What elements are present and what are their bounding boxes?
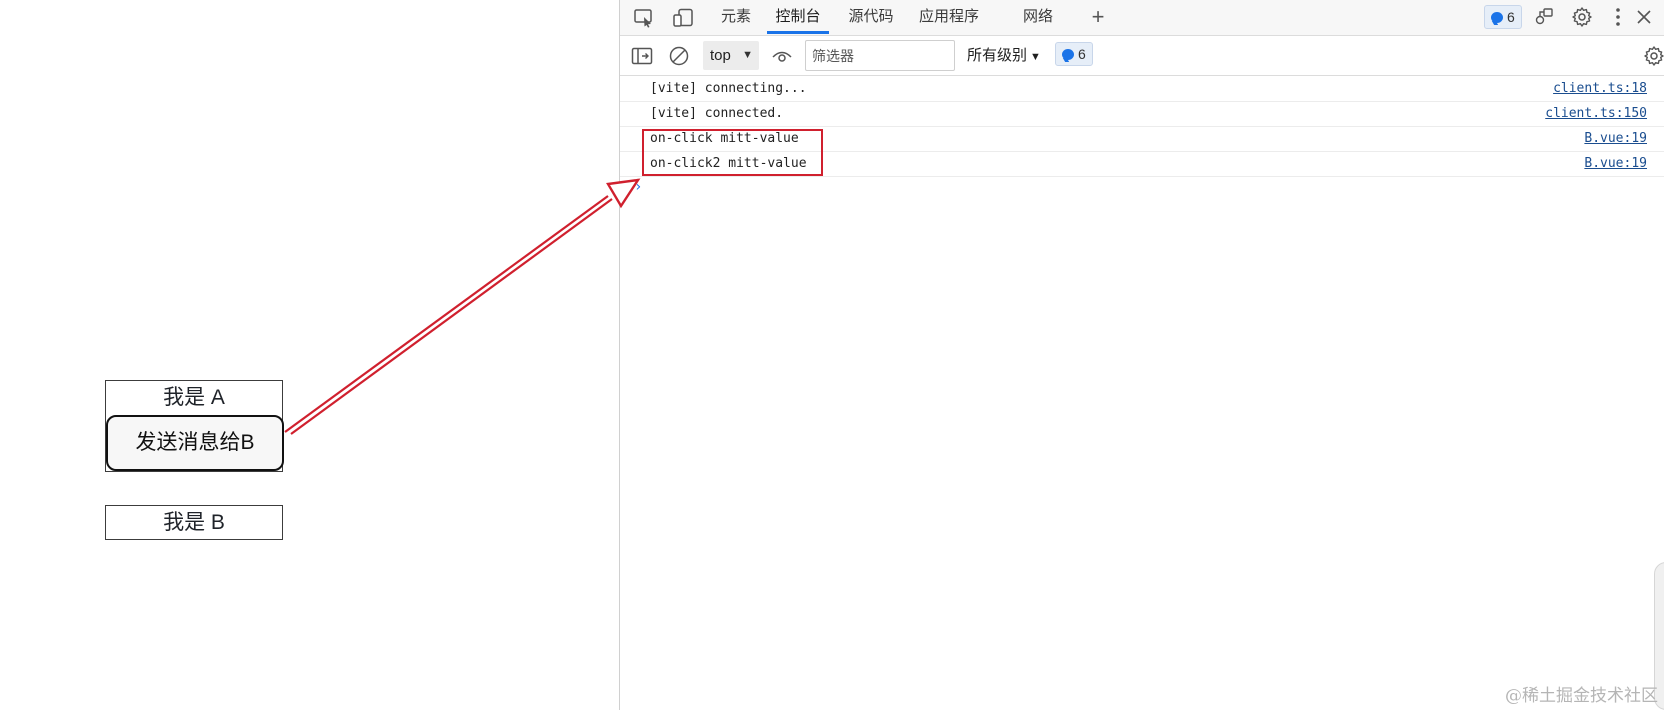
log-source-link[interactable]: B.vue:19 [1584, 127, 1647, 151]
log-message: on-click2 mitt-value [650, 156, 807, 171]
prompt-chevron-icon: › [634, 179, 643, 195]
context-selector[interactable]: top ▼ [703, 41, 759, 70]
tab-console[interactable]: 控制台 [767, 0, 829, 34]
watermark: @稀土掘金技术社区 [1505, 686, 1658, 706]
close-devtools-icon[interactable] [1630, 3, 1658, 31]
customize-icon[interactable] [1530, 3, 1558, 31]
filter-input[interactable] [805, 40, 955, 71]
message-bubble-icon [1491, 11, 1503, 23]
device-toolbar-icon[interactable] [669, 4, 697, 32]
messages-badge[interactable]: 6 [1055, 42, 1093, 66]
log-levels-dropdown[interactable]: 所有级别 ▼ [967, 41, 1041, 70]
inspect-element-icon[interactable] [630, 4, 658, 32]
messages-count: 6 [1078, 46, 1086, 62]
message-bubble-icon [1062, 48, 1074, 60]
devtools-tabbar: 元素 控制台 源代码 应用程序 网络 + 6 [620, 0, 1664, 36]
issues-count: 6 [1507, 9, 1515, 25]
devtools-panel: 元素 控制台 源代码 应用程序 网络 + 6 top ▼ 筛选器 所有级别 ▼ … [619, 0, 1664, 710]
issues-badge[interactable]: 6 [1484, 5, 1522, 29]
tab-network[interactable]: 网络 [1018, 0, 1058, 34]
app-preview-pane: 我是 A 发送消息给B 我是 B [0, 0, 619, 710]
console-log-row: on-click2 mitt-value B.vue:19 [620, 152, 1664, 177]
live-expression-eye-icon[interactable] [768, 42, 796, 70]
tab-sources[interactable]: 源代码 [846, 0, 896, 34]
console-log-row: on-click mitt-value B.vue:19 [620, 127, 1664, 152]
console-output: [vite] connecting... client.ts:18 [vite]… [620, 77, 1664, 199]
tab-application[interactable]: 应用程序 [916, 0, 982, 34]
component-a-box: 我是 A 发送消息给B [105, 380, 284, 472]
console-prompt[interactable]: › [620, 177, 1664, 199]
send-to-b-button[interactable]: 发送消息给B [106, 415, 284, 471]
console-log-row: [vite] connecting... client.ts:18 [620, 77, 1664, 102]
log-message: on-click mitt-value [650, 131, 799, 146]
console-settings-gear-icon[interactable] [1640, 42, 1664, 70]
log-source-link[interactable]: client.ts:18 [1553, 77, 1647, 101]
context-value: top [710, 47, 731, 64]
settings-gear-icon[interactable] [1568, 3, 1596, 31]
console-log-row: [vite] connected. client.ts:150 [620, 102, 1664, 127]
component-b-title: 我是 B [163, 511, 225, 534]
add-tab-button[interactable]: + [1086, 0, 1110, 34]
clear-console-icon[interactable] [665, 42, 693, 70]
caret-down-icon: ▼ [1030, 51, 1041, 63]
tab-elements[interactable]: 元素 [716, 0, 756, 34]
console-toolbar: top ▼ 所有级别▼ 6 [620, 36, 1664, 76]
component-b-box: 我是 B [105, 505, 283, 540]
component-a-title: 我是 A [163, 386, 225, 409]
log-source-link[interactable]: B.vue:19 [1584, 152, 1647, 176]
more-options-icon[interactable] [1604, 3, 1632, 31]
log-levels-label: 所有级别 [967, 47, 1028, 64]
sidebar-toggle-icon[interactable] [628, 42, 656, 70]
log-message: [vite] connecting... [650, 81, 807, 96]
log-source-link[interactable]: client.ts:150 [1545, 102, 1647, 126]
log-message: [vite] connected. [650, 106, 784, 121]
caret-down-icon: ▼ [742, 49, 753, 61]
screenshot-root: 我是 A 发送消息给B 我是 B 元素 控制台 源代码 应用程序 网络 + 6 [0, 0, 1664, 710]
